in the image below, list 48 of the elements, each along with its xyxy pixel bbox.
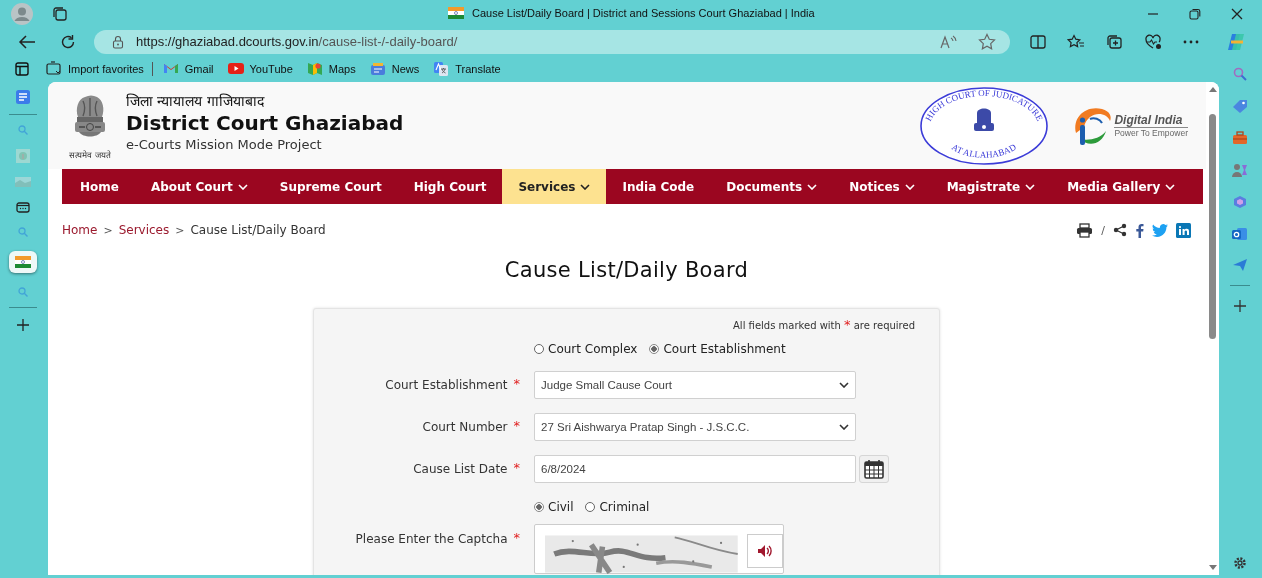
breadcrumb-link[interactable]: Home bbox=[62, 223, 98, 237]
url-text: https://ghaziabad.dcourts.gov.in/cause-list-/-daily-board/ bbox=[136, 34, 458, 49]
separator-text: / bbox=[1101, 223, 1105, 237]
page-title: Cause List/Daily Board | District and Sessions Court Ghaziabad | India bbox=[472, 7, 815, 19]
project-name: e-Courts Mission Mode Project bbox=[126, 135, 323, 154]
page-heading: Cause List/Daily Board bbox=[503, 257, 750, 284]
motto-text: सत्यमेव जयते bbox=[69, 149, 111, 160]
logo-tagline: Power To Empower bbox=[1114, 127, 1188, 139]
dropdown-field[interactable]: Judge Small Cause Court bbox=[534, 371, 856, 399]
bookmark-link[interactable]: Translate bbox=[455, 62, 501, 75]
field-label: Please Enter the Captcha bbox=[355, 532, 508, 546]
address-field[interactable]: https://ghaziabad.dcourts.gov.in/cause-list-/-daily-board/ bbox=[94, 29, 1010, 54]
field-label: Court Establishment bbox=[385, 378, 508, 392]
nav-menu-item[interactable]: High Court bbox=[397, 169, 503, 204]
logo-title: Digital India bbox=[1114, 112, 1188, 128]
bookmark-link[interactable]: Import favorites bbox=[68, 62, 144, 75]
nav-menu-item[interactable]: Magistrate bbox=[930, 169, 1052, 204]
radio-label: Court Complex bbox=[548, 342, 638, 356]
nav-menu-item[interactable]: Notices bbox=[833, 169, 931, 204]
required-mark: * bbox=[513, 460, 520, 475]
nav-menu-item[interactable]: Home bbox=[64, 169, 135, 204]
bookmark-link[interactable]: News bbox=[391, 62, 420, 75]
required-mark: * bbox=[513, 530, 520, 545]
nav-menu-item[interactable]: India Code bbox=[606, 169, 711, 204]
bookmark-link[interactable]: Gmail bbox=[184, 62, 214, 75]
radio-label: Court Establishment bbox=[663, 342, 786, 356]
court-name: District Court Ghaziabad bbox=[126, 109, 404, 136]
dropdown-field[interactable]: 27 Sri Aishwarya Pratap Singh - J.S.C.C. bbox=[534, 413, 856, 441]
nav-menu-item[interactable]: About Court bbox=[134, 169, 264, 204]
field-label: Cause List Date bbox=[413, 462, 508, 476]
required-note: All fields marked with * are required bbox=[732, 317, 915, 332]
breadcrumb-current: Cause List/Daily Board bbox=[190, 223, 326, 237]
breadcrumb-link[interactable]: Services bbox=[118, 223, 170, 237]
nav-menu-item[interactable]: Media Gallery bbox=[1051, 169, 1192, 204]
nav-menu-item[interactable]: Services bbox=[502, 169, 607, 204]
court-name-hindi: जिला न्यायालय गाजियाबाद bbox=[126, 91, 266, 110]
bookmark-link[interactable]: Maps bbox=[328, 62, 356, 75]
nav-menu-item[interactable]: Supreme Court bbox=[263, 169, 398, 204]
field-label: Court Number bbox=[422, 420, 508, 434]
radio-label: Criminal bbox=[599, 500, 650, 514]
radio-label: Civil bbox=[548, 500, 574, 514]
date-field[interactable]: 6/8/2024 bbox=[534, 455, 856, 483]
required-mark: * bbox=[513, 418, 520, 433]
bookmark-link[interactable]: YouTube bbox=[249, 62, 293, 75]
breadcrumb-separator: > bbox=[175, 223, 185, 237]
breadcrumb-separator: > bbox=[103, 223, 113, 237]
nav-menu-item[interactable]: Documents bbox=[710, 169, 834, 204]
required-mark: * bbox=[513, 376, 520, 391]
